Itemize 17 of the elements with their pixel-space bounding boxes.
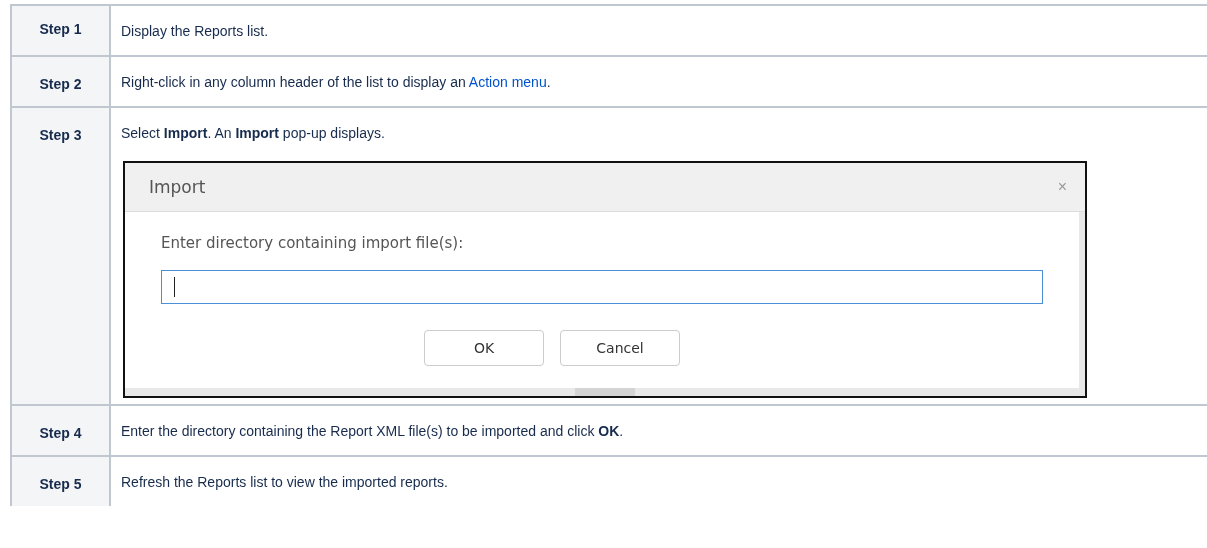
action-menu-link[interactable]: Action menu — [468, 74, 547, 90]
field-label: Enter directory containing import file(s): — [161, 234, 465, 252]
step-text: Refresh the Reports list to view the imported reports. — [121, 473, 449, 492]
text-cursor — [174, 277, 175, 297]
step-text: Right-click in any column header of the list to display an Action menu. — [121, 73, 552, 92]
dialog-title: Import — [149, 177, 206, 197]
step-label: Step 4 — [11, 405, 110, 456]
step-label: Step 3 — [11, 107, 110, 405]
step-label: Step 2 — [11, 56, 110, 107]
step-text: Enter the directory containing the Report XML file(s) to be imported and click OK. — [121, 422, 625, 441]
step-text: Display the Reports list. — [121, 22, 270, 41]
step-text: Select Import. An Import pop-up displays. — [121, 124, 386, 143]
ok-button[interactable]: OK — [424, 330, 544, 366]
step-label: Step 1 — [11, 5, 110, 56]
step-label: Step 5 — [11, 456, 110, 506]
directory-input-field[interactable] — [161, 270, 1043, 304]
cancel-button[interactable]: Cancel — [560, 330, 680, 366]
